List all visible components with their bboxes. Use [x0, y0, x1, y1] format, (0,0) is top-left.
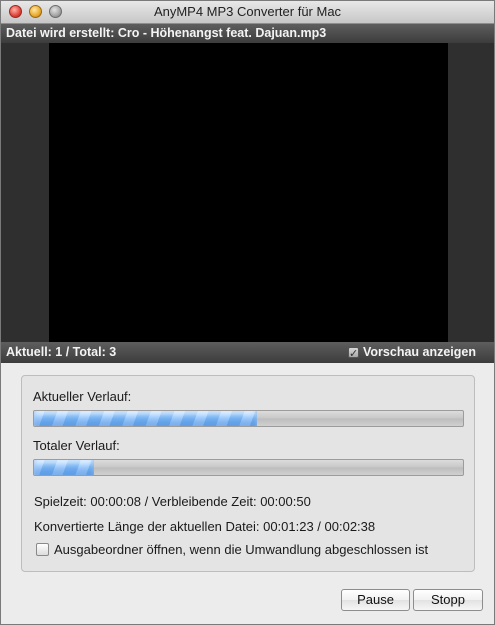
total-progress-label: Totaler Verlauf:: [33, 438, 120, 453]
show-preview-toggle[interactable]: Vorschau anzeigen: [348, 342, 476, 365]
preview-status-bar: Aktuell: 1 / Total: 3 Vorschau anzeigen: [1, 342, 494, 365]
progress-group: Aktueller Verlauf: Totaler Verlauf: Spie…: [21, 375, 475, 572]
open-output-folder-checkbox[interactable]: [36, 543, 49, 556]
total-progress-fill: [34, 460, 95, 475]
preview-area: [1, 43, 494, 342]
file-count-text: Aktuell: 1 / Total: 3: [6, 345, 117, 359]
current-progress-label: Aktueller Verlauf:: [33, 389, 132, 404]
open-output-folder-option[interactable]: Ausgabeordner öffnen, wenn die Umwandlun…: [36, 542, 428, 557]
open-output-folder-label: Ausgabeordner öffnen, wenn die Umwandlun…: [54, 542, 429, 557]
title-bar[interactable]: AnyMP4 MP3 Converter für Mac: [1, 1, 494, 24]
current-progress-bar: [33, 410, 464, 427]
converter-window: AnyMP4 MP3 Converter für Mac Datei wird …: [0, 0, 495, 625]
current-progress-fill: [34, 411, 258, 426]
window-title: AnyMP4 MP3 Converter für Mac: [153, 4, 342, 19]
pause-button[interactable]: Pause: [341, 589, 410, 611]
total-progress-bar: [33, 459, 464, 476]
video-preview: [49, 43, 448, 342]
stop-button[interactable]: Stopp: [413, 589, 483, 611]
time-info-text: Spielzeit: 00:00:08 / Verbleibende Zeit:…: [34, 494, 311, 509]
current-file-status: Datei wird erstellt: Cro - Höhenangst fe…: [1, 24, 494, 43]
converted-length-text: Konvertierte Länge der aktuellen Datei: …: [34, 519, 376, 534]
show-preview-label: Vorschau anzeigen: [363, 345, 476, 359]
show-preview-checkbox[interactable]: [348, 344, 359, 365]
